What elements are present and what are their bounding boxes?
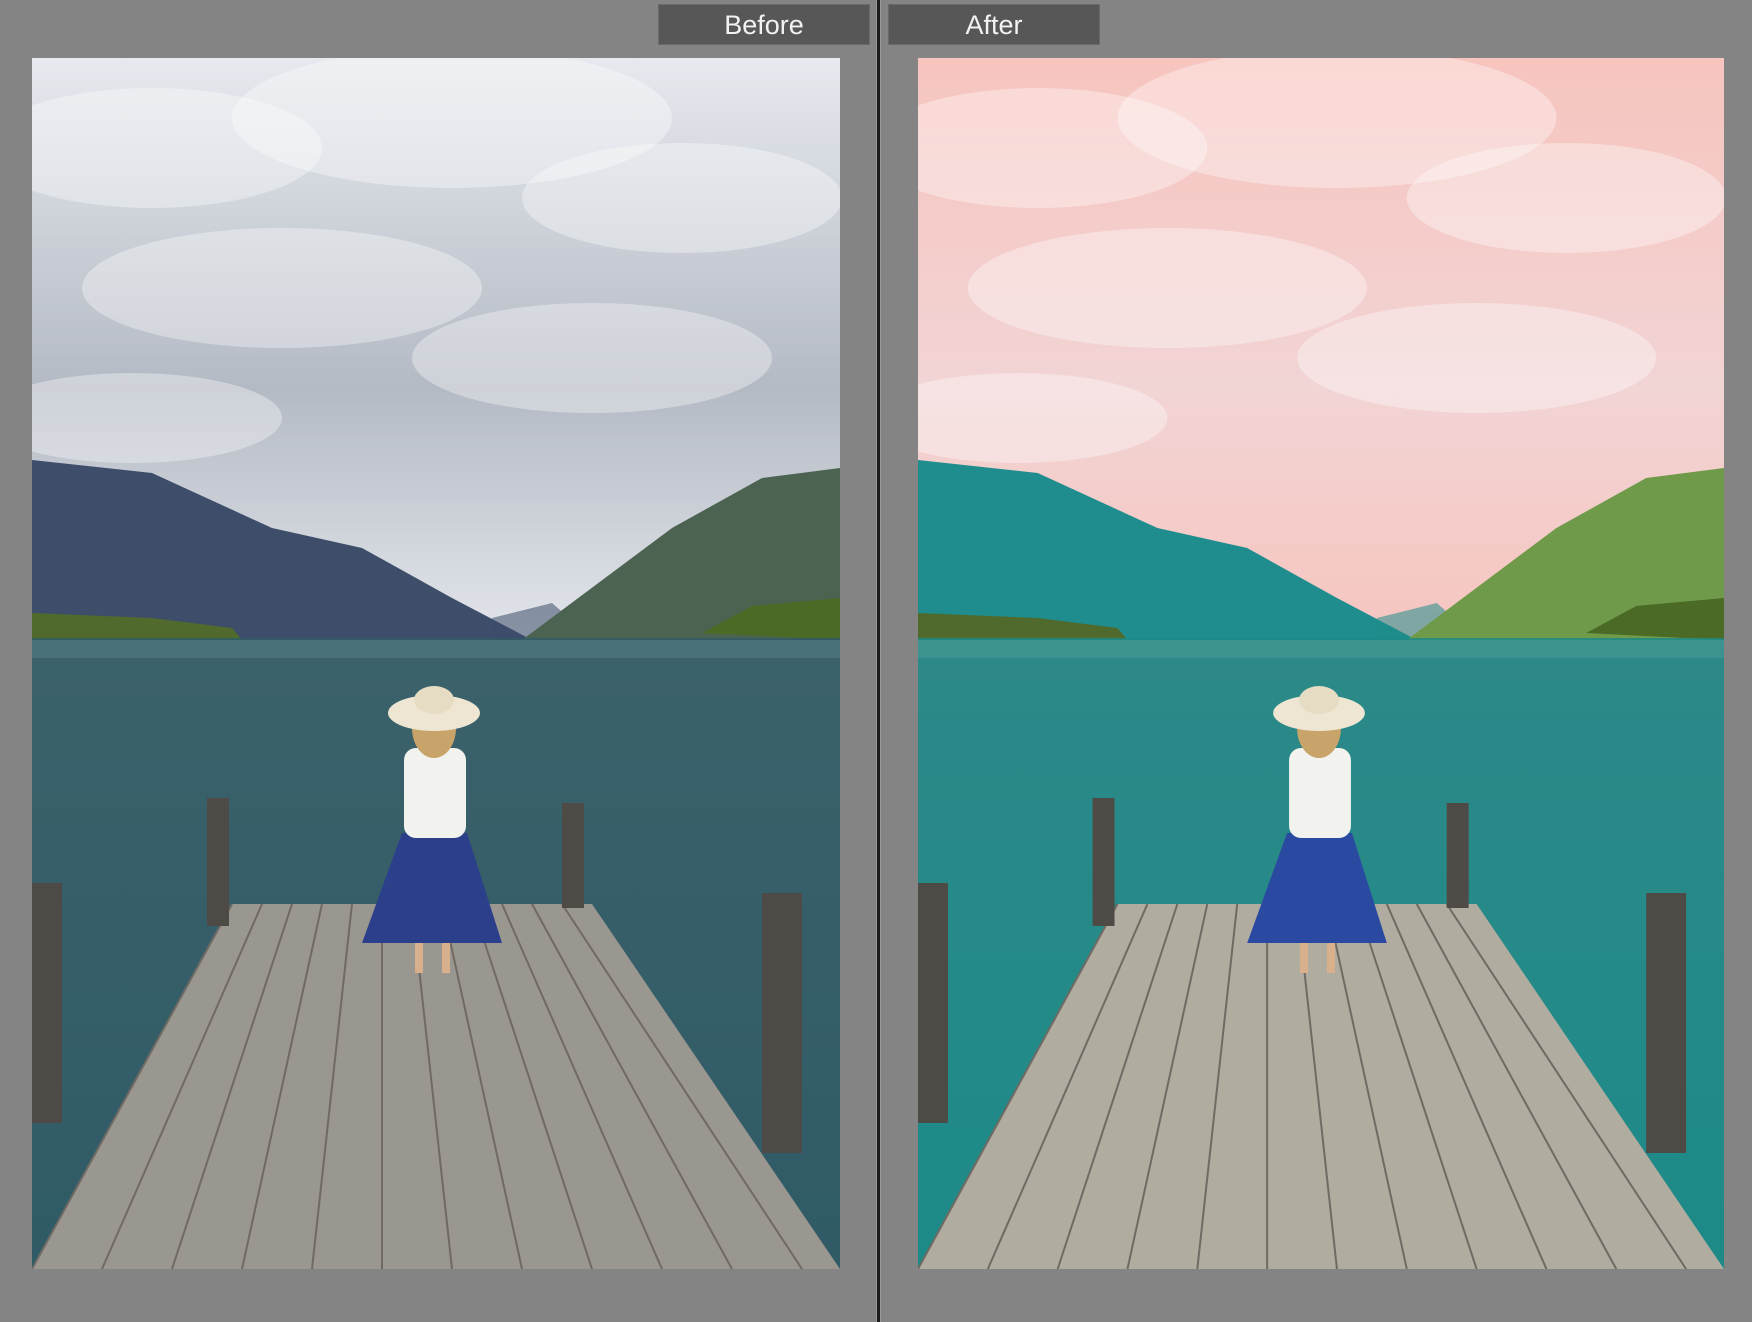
before-photo	[32, 58, 840, 1269]
blouse	[1289, 748, 1351, 838]
hat-crown	[1299, 686, 1339, 714]
dock-post	[32, 883, 62, 1123]
leg	[1300, 943, 1309, 973]
after-photo	[918, 58, 1724, 1269]
hat-crown	[414, 686, 454, 714]
cloud	[82, 228, 482, 348]
after-photo-canvas	[918, 58, 1724, 1269]
blouse	[404, 748, 466, 838]
after-label: After	[888, 4, 1100, 45]
dock-post	[1092, 798, 1115, 926]
dock-post	[207, 798, 229, 926]
dock-post	[918, 883, 948, 1123]
compare-divider[interactable]	[876, 0, 881, 1322]
before-label: Before	[658, 4, 870, 45]
before-photo-canvas	[32, 58, 840, 1269]
leg	[442, 943, 450, 973]
dock-post	[1646, 893, 1687, 1153]
dock-post	[562, 803, 584, 908]
cloud	[1297, 303, 1657, 413]
cloud	[967, 228, 1367, 348]
cloud	[412, 303, 772, 413]
dock-post	[762, 893, 802, 1153]
cloud	[1406, 143, 1724, 253]
dock-post	[1446, 803, 1469, 908]
leg	[1326, 943, 1335, 973]
leg	[415, 943, 423, 973]
cloud	[522, 143, 840, 253]
